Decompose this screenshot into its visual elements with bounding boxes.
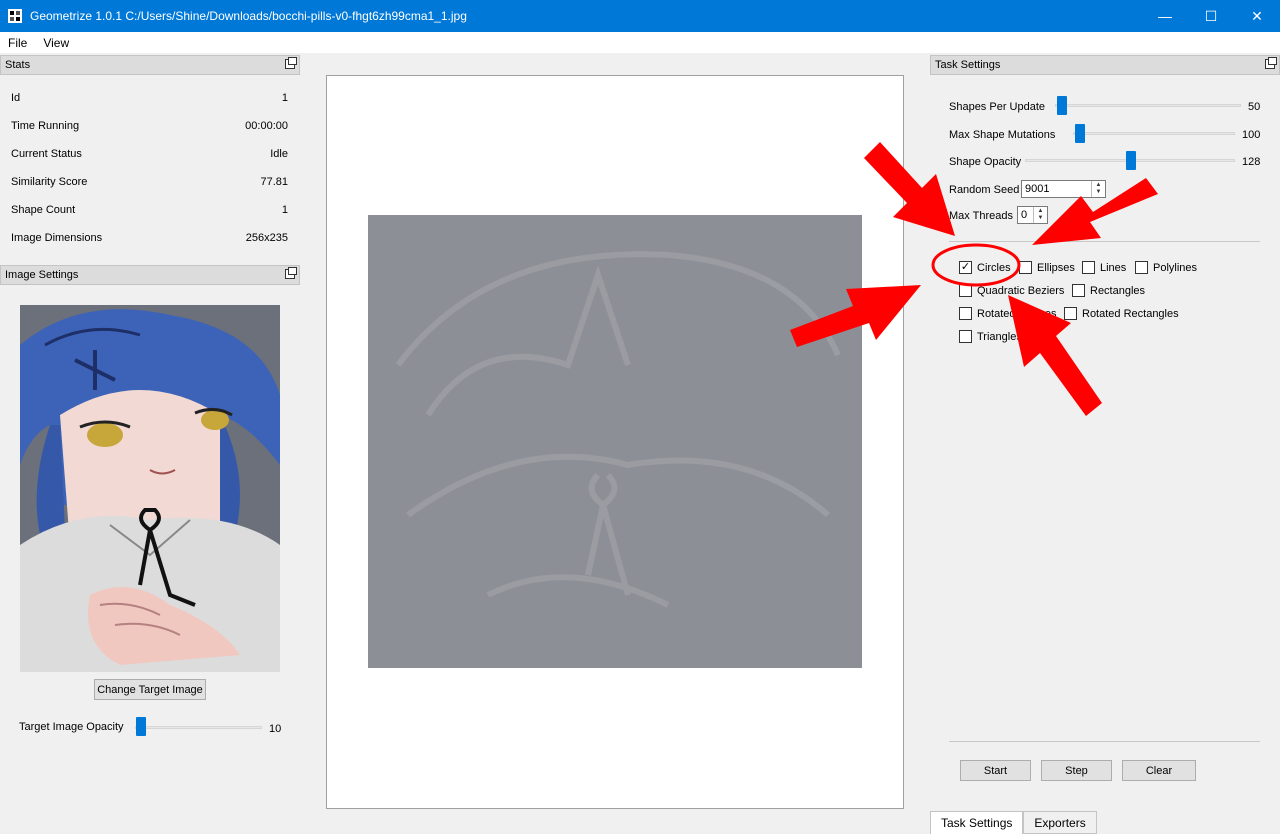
- stat-value: 1: [281, 92, 288, 104]
- rectangles-checkbox[interactable]: Rectangles: [1072, 284, 1145, 297]
- stat-label: Id: [11, 92, 21, 104]
- shapes-per-update-slider-thumb[interactable]: [1057, 96, 1067, 115]
- rectangles-label: Rectangles: [1090, 284, 1146, 297]
- window-title: Geometrize 1.0.1 C:/Users/Shine/Download…: [30, 9, 467, 23]
- stats-dock-title: Stats: [5, 59, 31, 71]
- shapes-per-update-label: Shapes Per Update: [949, 101, 1046, 113]
- target-opacity-label: Target Image Opacity: [19, 721, 124, 733]
- rotated-rectangles-label: Rotated Rectangles: [1082, 307, 1179, 320]
- dock-float-icon[interactable]: [285, 57, 297, 69]
- minimize-button[interactable]: —: [1142, 0, 1188, 32]
- max-shape-mutations-slider-track[interactable]: [1073, 132, 1235, 135]
- random-seed-label: Random Seed: [949, 184, 1020, 196]
- shapes-per-update-value: 50: [1248, 101, 1261, 113]
- checkbox-icon: [1135, 261, 1148, 274]
- checkbox-icon: [1072, 284, 1085, 297]
- stat-label: Image Dimensions: [11, 232, 103, 244]
- max-threads-label: Max Threads: [949, 210, 1013, 222]
- target-image-preview: [20, 305, 280, 672]
- task-settings-dock-header: Task Settings: [930, 55, 1280, 75]
- max-shape-mutations-label: Max Shape Mutations: [949, 129, 1056, 141]
- dock-float-icon[interactable]: [285, 267, 297, 279]
- ellipses-checkbox[interactable]: Ellipses: [1019, 261, 1075, 274]
- target-opacity-value: 10: [269, 723, 282, 735]
- polylines-label: Polylines: [1153, 261, 1198, 274]
- shape-opacity-value: 128: [1242, 156, 1261, 168]
- circles-checkbox[interactable]: ✓ Circles: [959, 261, 1011, 274]
- stats-dock-header: Stats: [0, 55, 300, 75]
- image-settings-dock-header: Image Settings: [0, 265, 300, 285]
- rotated-ellipses-label: Rotated Ellipses: [977, 307, 1057, 320]
- checkbox-icon: [1019, 261, 1032, 274]
- shapes-per-update-slider-track[interactable]: [1055, 104, 1241, 107]
- shape-opacity-slider-thumb[interactable]: [1126, 151, 1136, 170]
- stat-label: Shape Count: [11, 204, 76, 216]
- checkbox-icon: [959, 330, 972, 343]
- menu-file[interactable]: File: [0, 36, 35, 50]
- dock-tab-bar: Task Settings Exporters: [930, 811, 1097, 834]
- close-button[interactable]: ✕: [1234, 0, 1280, 32]
- stat-value: Idle: [270, 148, 288, 160]
- start-button[interactable]: Start: [960, 760, 1031, 781]
- divider: [949, 741, 1260, 742]
- quadratic-beziers-checkbox[interactable]: Quadratic Beziers: [959, 284, 1064, 297]
- lines-label: Lines: [1100, 261, 1127, 274]
- stat-row-time-running: Time Running 00:00:00: [11, 120, 288, 132]
- change-target-image-button[interactable]: Change Target Image: [94, 679, 206, 700]
- checkbox-icon: [1082, 261, 1095, 274]
- image-settings-dock-title: Image Settings: [5, 269, 79, 281]
- task-settings-dock-title: Task Settings: [935, 59, 1001, 71]
- spin-arrows-icon[interactable]: ▲ ▼: [1033, 207, 1047, 223]
- polylines-checkbox[interactable]: Polylines: [1135, 261, 1197, 274]
- max-threads-value: 0: [1021, 209, 1028, 221]
- random-seed-value: 9001: [1025, 183, 1050, 195]
- triangles-checkbox[interactable]: Triangles: [959, 330, 1022, 343]
- menu-bar: File View: [0, 32, 1280, 53]
- spin-arrows-icon[interactable]: ▲ ▼: [1091, 181, 1105, 197]
- clear-button[interactable]: Clear: [1122, 760, 1196, 781]
- geometrize-app-icon: [8, 9, 22, 23]
- maximize-button[interactable]: ☐: [1188, 0, 1234, 32]
- checkbox-icon: [959, 307, 972, 320]
- dock-float-icon[interactable]: [1265, 57, 1277, 69]
- geometrize-canvas[interactable]: [326, 75, 904, 809]
- stat-value: 256x235: [245, 232, 288, 244]
- triangles-label: Triangles: [977, 330, 1022, 343]
- checkbox-icon: [1064, 307, 1077, 320]
- rotated-ellipses-checkbox[interactable]: Rotated Ellipses: [959, 307, 1057, 320]
- ellipses-label: Ellipses: [1037, 261, 1075, 274]
- stat-label: Similarity Score: [11, 176, 88, 188]
- stat-row-shape-count: Shape Count 1: [11, 204, 288, 216]
- stat-row-image-dimensions: Image Dimensions 256x235: [11, 232, 288, 244]
- checkmark-icon: ✓: [959, 261, 972, 274]
- stat-row-current-status: Current Status Idle: [11, 148, 288, 160]
- stat-label: Time Running: [11, 120, 80, 132]
- tab-exporters[interactable]: Exporters: [1023, 811, 1097, 834]
- target-opacity-slider-track[interactable]: [135, 726, 262, 729]
- stat-label: Current Status: [11, 148, 82, 160]
- stat-value: 1: [281, 204, 288, 216]
- rotated-rectangles-checkbox[interactable]: Rotated Rectangles: [1064, 307, 1179, 320]
- title-bar: Geometrize 1.0.1 C:/Users/Shine/Download…: [0, 0, 1280, 32]
- max-shape-mutations-value: 100: [1242, 129, 1261, 141]
- menu-view[interactable]: View: [35, 36, 77, 50]
- tab-task-settings[interactable]: Task Settings: [930, 811, 1024, 834]
- max-threads-spinbox[interactable]: 0 ▲ ▼: [1017, 206, 1048, 224]
- circles-label: Circles: [977, 261, 1011, 274]
- target-opacity-slider-thumb[interactable]: [136, 717, 146, 736]
- random-seed-spinbox[interactable]: 9001 ▲ ▼: [1021, 180, 1106, 198]
- checkbox-icon: [959, 284, 972, 297]
- generated-shape-rectangle: [368, 215, 862, 668]
- lines-checkbox[interactable]: Lines: [1082, 261, 1126, 274]
- divider: [949, 241, 1260, 242]
- shape-opacity-label: Shape Opacity: [949, 156, 1022, 168]
- stat-value: 77.81: [260, 176, 288, 188]
- quadratic-beziers-label: Quadratic Beziers: [977, 284, 1065, 297]
- stat-value: 00:00:00: [245, 120, 288, 132]
- step-button[interactable]: Step: [1041, 760, 1112, 781]
- stat-row-id: Id 1: [11, 92, 288, 104]
- max-shape-mutations-slider-thumb[interactable]: [1075, 124, 1085, 143]
- stat-row-similarity-score: Similarity Score 77.81: [11, 176, 288, 188]
